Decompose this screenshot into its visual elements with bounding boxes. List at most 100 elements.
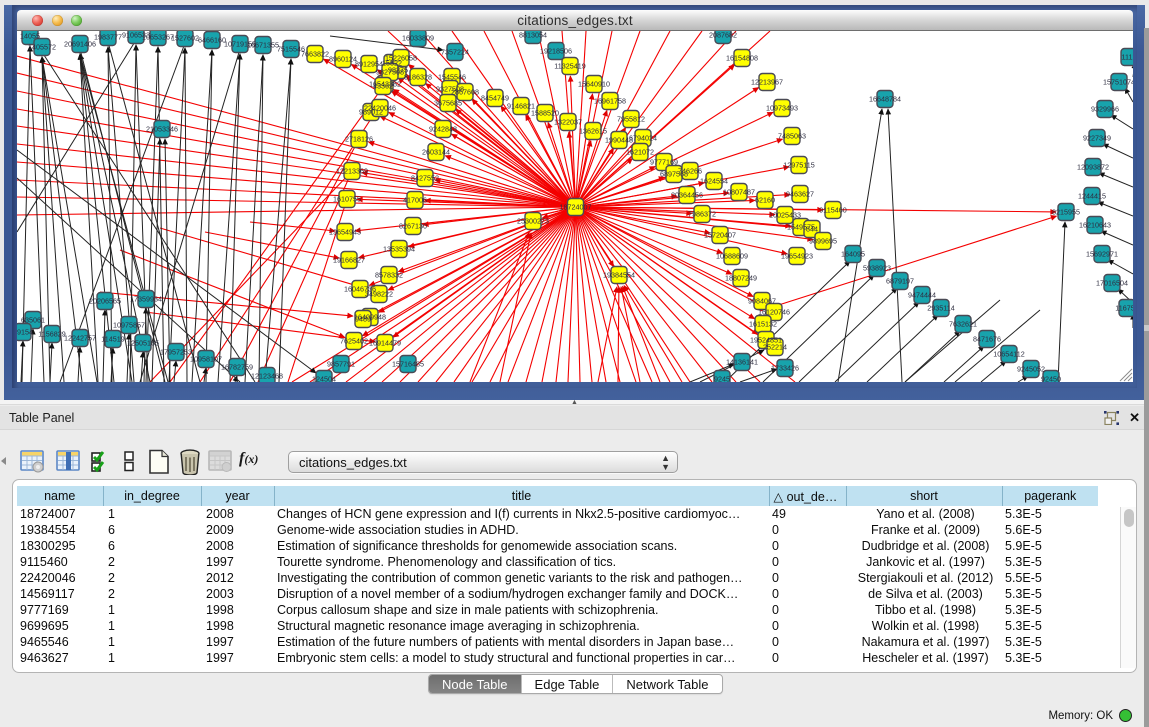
svg-text:7485063: 7485063: [778, 132, 806, 141]
svg-text:164095: 164095: [841, 250, 865, 259]
svg-text:6879197: 6879197: [886, 277, 914, 286]
svg-text:1615132: 1615132: [749, 320, 777, 329]
svg-text:10807487: 10807487: [723, 188, 755, 197]
svg-text:15692971: 15692971: [1086, 250, 1118, 259]
svg-text:7986372: 7986372: [688, 210, 716, 219]
svg-text:9777169: 9777169: [650, 158, 678, 167]
svg-text:62160: 62160: [755, 196, 775, 205]
svg-text:12093872: 12093872: [1077, 163, 1109, 172]
svg-text:8454749: 8454749: [481, 94, 509, 103]
svg-text:12242757: 12242757: [64, 334, 96, 343]
svg-text:844: 844: [806, 225, 818, 234]
svg-text:1112: 1112: [1122, 53, 1133, 62]
svg-text:252214: 252214: [763, 343, 787, 352]
svg-text:15716485: 15716485: [392, 360, 424, 369]
svg-text:15751074: 15751074: [1103, 78, 1133, 87]
svg-text:16671355: 16671355: [247, 41, 279, 50]
svg-text:17957253: 17957253: [160, 348, 192, 357]
svg-text:20364456: 20364456: [671, 191, 703, 200]
svg-text:16210643: 16210643: [1079, 221, 1111, 230]
svg-text:1545546: 1545546: [438, 73, 466, 82]
svg-text:12505135: 12505135: [127, 339, 159, 348]
svg-text:3675685: 3675685: [434, 99, 462, 108]
svg-text:1244415: 1244415: [1078, 192, 1106, 201]
svg-text:9474444: 9474444: [908, 291, 936, 300]
svg-text:39154: 39154: [17, 328, 33, 337]
svg-text:13535394: 13535394: [383, 245, 415, 254]
svg-text:746266: 746266: [678, 167, 702, 176]
svg-text:6794024: 6794024: [629, 134, 657, 143]
svg-text:9827508: 9827508: [376, 68, 404, 77]
svg-text:1733426: 1733426: [771, 364, 799, 373]
svg-text:1322037: 1322037: [554, 118, 582, 127]
svg-text:9463627: 9463627: [786, 190, 814, 199]
svg-text:9227349: 9227349: [1083, 134, 1111, 143]
svg-text:19654923: 19654923: [781, 252, 813, 261]
svg-text:9245: 9245: [714, 375, 730, 383]
svg-text:8471676: 8471676: [973, 335, 1001, 344]
svg-text:7357224: 7357224: [441, 48, 469, 57]
svg-text:15640910: 15640910: [578, 80, 610, 89]
svg-text:20206565: 20206565: [89, 297, 121, 306]
svg-text:2867608: 2867608: [451, 88, 479, 97]
svg-text:1983777: 1983777: [94, 33, 122, 42]
svg-text:12213967: 12213967: [751, 78, 783, 87]
svg-text:635061: 635061: [21, 316, 45, 325]
svg-text:10654112: 10654112: [993, 350, 1024, 359]
svg-text:9857791: 9857791: [327, 360, 355, 369]
svg-text:1362615: 1362615: [579, 127, 607, 136]
svg-text:16914479: 16914479: [369, 339, 401, 348]
svg-text:6466160: 6466160: [198, 36, 226, 45]
svg-text:16046736: 16046736: [344, 285, 376, 294]
svg-text:19218506: 19218506: [540, 47, 572, 56]
svg-text:21053346: 21053346: [146, 125, 178, 134]
svg-text:18807249: 18807249: [725, 274, 757, 283]
svg-text:2935114: 2935114: [927, 304, 954, 313]
svg-text:17359934: 17359934: [130, 295, 162, 304]
svg-text:10973493: 10973493: [766, 104, 798, 113]
svg-text:9242848: 9242848: [429, 125, 457, 134]
svg-text:7663822: 7663822: [301, 50, 329, 59]
svg-text:16154808: 16154808: [726, 54, 758, 63]
svg-text:19384554: 19384554: [603, 271, 635, 280]
svg-text:114519: 114519: [101, 335, 124, 344]
svg-text:15226058: 15226058: [385, 54, 417, 63]
svg-text:16782759: 16782759: [221, 363, 253, 372]
svg-text:19166827: 19166827: [333, 256, 365, 265]
svg-text:9115460: 9115460: [819, 206, 846, 215]
svg-text:18724007: 18724007: [560, 203, 592, 212]
svg-text:25300273: 25300273: [517, 217, 549, 226]
svg-text:2718126: 2718126: [345, 135, 373, 144]
svg-text:1405572: 1405572: [28, 43, 56, 52]
svg-text:10653267: 10653267: [142, 33, 174, 42]
svg-text:14055: 14055: [20, 32, 40, 41]
svg-text:8578332: 8578332: [375, 271, 403, 280]
svg-text:22420046: 22420046: [364, 104, 396, 113]
svg-text:8267130: 8267130: [399, 222, 427, 231]
svg-text:417006: 417006: [403, 196, 427, 205]
svg-text:19654943: 19654943: [329, 228, 361, 237]
svg-text:12123468: 12123468: [251, 372, 283, 381]
svg-text:9245052: 9245052: [1017, 365, 1045, 374]
svg-text:16961758: 16961758: [594, 97, 626, 106]
svg-text:16648784: 16648784: [869, 95, 901, 104]
svg-text:1621072: 1621072: [626, 148, 654, 157]
svg-text:16033809: 16033809: [402, 34, 434, 43]
svg-text:14136141: 14136141: [726, 358, 758, 367]
svg-text:7625402: 7625402: [340, 337, 368, 346]
svg-text:9489: 9489: [355, 315, 371, 324]
svg-text:1156829: 1156829: [38, 330, 65, 339]
svg-text:8427552: 8427552: [411, 174, 439, 183]
svg-text:8813054: 8813054: [519, 31, 547, 40]
svg-text:10025433: 10025433: [769, 211, 801, 220]
svg-text:16120746: 16120746: [758, 308, 790, 317]
svg-text:20691406: 20691406: [64, 40, 96, 49]
svg-text:92450: 92450: [1041, 375, 1061, 383]
svg-text:2603144: 2603144: [422, 148, 450, 157]
svg-text:5938923: 5938923: [863, 264, 891, 273]
svg-text:1588520: 1588520: [531, 109, 559, 118]
svg-text:8215955: 8215955: [1052, 208, 1080, 217]
svg-text:1527602: 1527602: [171, 34, 199, 43]
svg-text:124504: 124504: [312, 375, 336, 383]
svg-text:10958107: 10958107: [190, 355, 222, 364]
